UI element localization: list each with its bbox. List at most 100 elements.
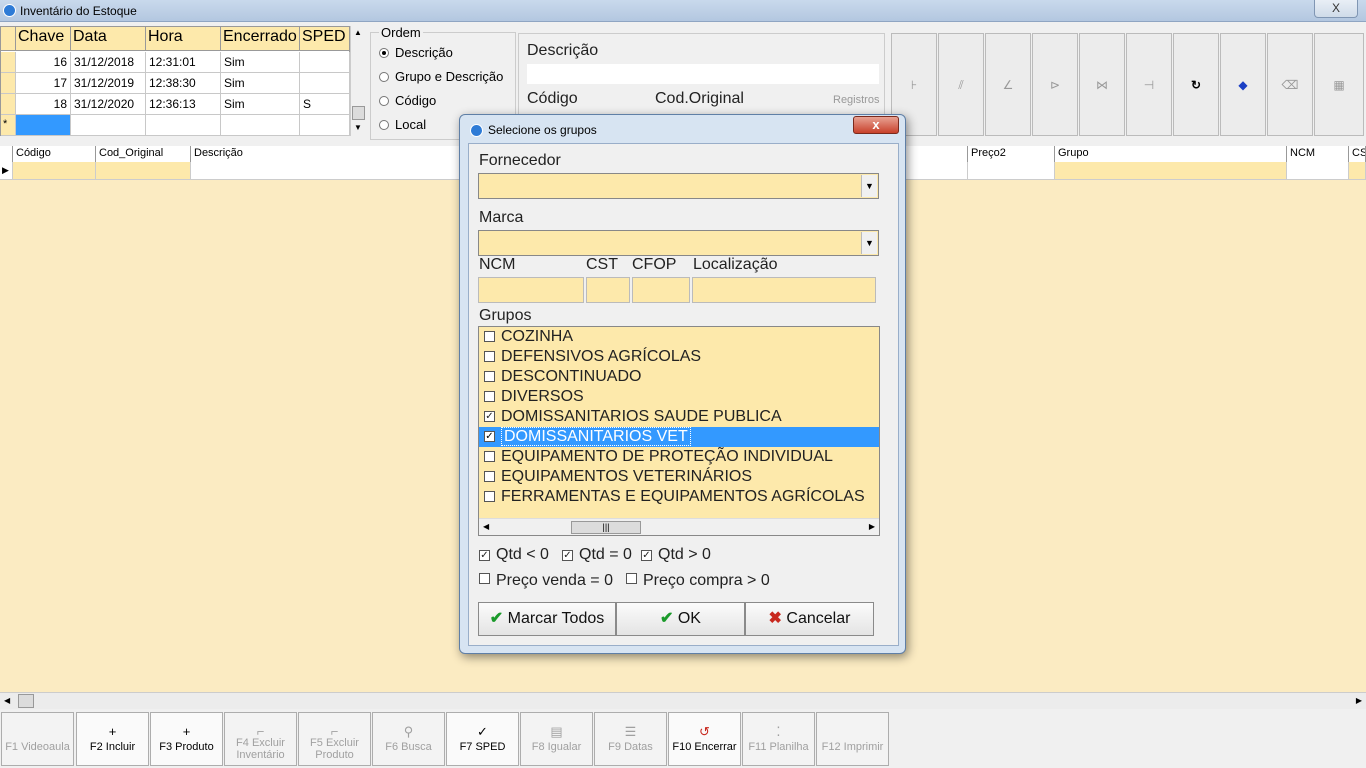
- col-codigo[interactable]: Código: [13, 146, 96, 162]
- table-new-row[interactable]: *: [1, 115, 351, 136]
- cell-sped-new[interactable]: [300, 115, 350, 136]
- cell-chave[interactable]: 17: [16, 73, 71, 94]
- f5-excluir-produto-button[interactable]: ⌐ F5 Excluir Produto: [298, 712, 371, 766]
- cell-data[interactable]: 31/12/2018: [71, 52, 146, 73]
- cell-cs[interactable]: [1349, 162, 1366, 180]
- list-item[interactable]: DEFENSIVOS AGRÍCOLAS: [479, 347, 879, 367]
- checkbox[interactable]: [484, 351, 495, 362]
- radio-local[interactable]: Local: [379, 117, 426, 132]
- preco-compra-positive-checkbox[interactable]: Preço compra > 0: [626, 572, 770, 590]
- scroll-right-icon[interactable]: ▶: [1356, 696, 1362, 705]
- radio-codigo[interactable]: Código: [379, 93, 436, 108]
- checkbox-checked[interactable]: ✓: [641, 550, 652, 561]
- col-cs[interactable]: CS: [1349, 146, 1366, 162]
- cell-data[interactable]: 31/12/2019: [71, 73, 146, 94]
- cell-hora[interactable]: 12:31:01: [146, 52, 221, 73]
- marca-select[interactable]: ▼: [478, 230, 879, 256]
- refresh-button[interactable]: ↻: [1173, 33, 1219, 136]
- chevron-down-icon[interactable]: ▼: [861, 175, 877, 197]
- cell-chave[interactable]: 16: [16, 52, 71, 73]
- f7-sped-button[interactable]: ✓ F7 SPED: [446, 712, 519, 766]
- cell-hora[interactable]: 12:38:30: [146, 73, 221, 94]
- cell-codigo[interactable]: [13, 162, 96, 180]
- ncm-input[interactable]: [478, 277, 584, 303]
- list-item[interactable]: FERRAMENTAS E EQUIPAMENTOS AGRÍCOLAS: [479, 487, 879, 507]
- ok-button[interactable]: ✔ OK: [616, 602, 745, 636]
- cell-encerrado-new[interactable]: [221, 115, 300, 136]
- col-hora[interactable]: Hora: [146, 27, 221, 51]
- cst-input[interactable]: [586, 277, 630, 303]
- scroll-thumb[interactable]: [352, 106, 365, 120]
- cell-sped[interactable]: [300, 52, 350, 73]
- radio-dot[interactable]: [379, 120, 389, 130]
- scroll-down-icon[interactable]: ▼: [354, 123, 362, 132]
- table-row[interactable]: 17 31/12/2019 12:38:30 Sim: [1, 73, 351, 94]
- scroll-thumb[interactable]: |||: [571, 521, 641, 534]
- checkbox-checked[interactable]: ✓: [479, 550, 490, 561]
- radio-dot-selected[interactable]: [379, 48, 389, 58]
- col-chave[interactable]: Chave: [16, 27, 71, 51]
- qtd-negative-checkbox[interactable]: ✓ Qtd < 0: [479, 546, 549, 564]
- prior-page-button[interactable]: ⫽: [938, 33, 984, 136]
- prior-record-button[interactable]: ∠: [985, 33, 1031, 136]
- cell-data-new[interactable]: [71, 115, 146, 136]
- scroll-left-icon[interactable]: ◀: [4, 696, 10, 705]
- scroll-right-icon[interactable]: ▶: [869, 522, 875, 531]
- f9-datas-button[interactable]: ☰ F9 Datas: [594, 712, 667, 766]
- groups-checklist[interactable]: COZINHA DEFENSIVOS AGRÍCOLAS DESCONTINUA…: [478, 326, 880, 536]
- col-sped[interactable]: SPED: [300, 27, 350, 51]
- f1-videoaula-button[interactable]: F1 Videoaula: [1, 712, 74, 766]
- window-close-button[interactable]: X: [1314, 0, 1358, 18]
- cancelar-button[interactable]: ✖ Cancelar: [745, 602, 874, 636]
- checkbox[interactable]: [484, 391, 495, 402]
- qtd-positive-checkbox[interactable]: ✓ Qtd > 0: [641, 546, 711, 564]
- col-grupo[interactable]: Grupo: [1055, 146, 1287, 162]
- table-row[interactable]: 18 31/12/2020 12:36:13 Sim S: [1, 94, 351, 115]
- form-button[interactable]: ▦: [1314, 33, 1364, 136]
- scroll-up-icon[interactable]: ▲: [354, 28, 362, 37]
- cell-cod-original[interactable]: [96, 162, 191, 180]
- groups-horizontal-scrollbar[interactable]: ◀ ||| ▶: [479, 518, 879, 535]
- last-record-button[interactable]: ⊣: [1126, 33, 1172, 136]
- col-preco2[interactable]: Preço2: [968, 146, 1055, 162]
- radio-descricao[interactable]: Descrição: [379, 45, 453, 60]
- scroll-left-icon[interactable]: ◀: [483, 522, 489, 531]
- col-encerrado[interactable]: Encerrado: [221, 27, 300, 51]
- marcar-todos-button[interactable]: ✔ Marcar Todos: [478, 602, 616, 636]
- list-item[interactable]: DIVERSOS: [479, 387, 879, 407]
- checkbox[interactable]: [484, 471, 495, 482]
- f8-igualar-button[interactable]: ▤ F8 Igualar: [520, 712, 593, 766]
- checkbox[interactable]: [479, 573, 490, 584]
- f4-excluir-inventario-button[interactable]: ⌐ F4 Excluir Inventário: [224, 712, 297, 766]
- list-item[interactable]: EQUIPAMENTOS VETERINÁRIOS: [479, 467, 879, 487]
- table-row[interactable]: 16 31/12/2018 12:31:01 Sim: [1, 52, 351, 73]
- checkbox[interactable]: [484, 491, 495, 502]
- checkbox[interactable]: [626, 573, 637, 584]
- list-item[interactable]: COZINHA: [479, 327, 879, 347]
- descricao-input[interactable]: [527, 64, 879, 84]
- inventory-table-scrollbar[interactable]: ▲ ▼: [350, 26, 366, 136]
- preco-venda-zero-checkbox[interactable]: Preço venda = 0: [479, 572, 613, 590]
- chevron-down-icon[interactable]: ▼: [861, 232, 877, 254]
- f3-produto-button[interactable]: + F3 Produto: [150, 712, 223, 766]
- tag-button[interactable]: ◆: [1220, 33, 1266, 136]
- f6-busca-button[interactable]: ⚲ F6 Busca: [372, 712, 445, 766]
- eraser-button[interactable]: ⌫: [1267, 33, 1313, 136]
- cell-preco2[interactable]: [968, 162, 1055, 180]
- grid-horizontal-scrollbar[interactable]: ◀ ▶: [0, 692, 1366, 709]
- col-cod-original[interactable]: Cod_Original: [96, 146, 191, 162]
- cell-sped[interactable]: S: [300, 94, 350, 115]
- next-record-button[interactable]: ⊳: [1032, 33, 1078, 136]
- localizacao-input[interactable]: [692, 277, 876, 303]
- radio-dot[interactable]: [379, 72, 389, 82]
- checkbox[interactable]: [484, 331, 495, 342]
- col-data[interactable]: Data: [71, 27, 146, 51]
- cell-hora-new[interactable]: [146, 115, 221, 136]
- scroll-thumb[interactable]: [18, 694, 34, 708]
- cell-chave-new[interactable]: [16, 115, 71, 136]
- checkbox-checked[interactable]: ✓: [484, 411, 495, 422]
- cell-encerrado[interactable]: Sim: [221, 52, 300, 73]
- checkbox[interactable]: [484, 451, 495, 462]
- cell-chave[interactable]: 18: [16, 94, 71, 115]
- dialog-close-button[interactable]: x: [853, 116, 899, 134]
